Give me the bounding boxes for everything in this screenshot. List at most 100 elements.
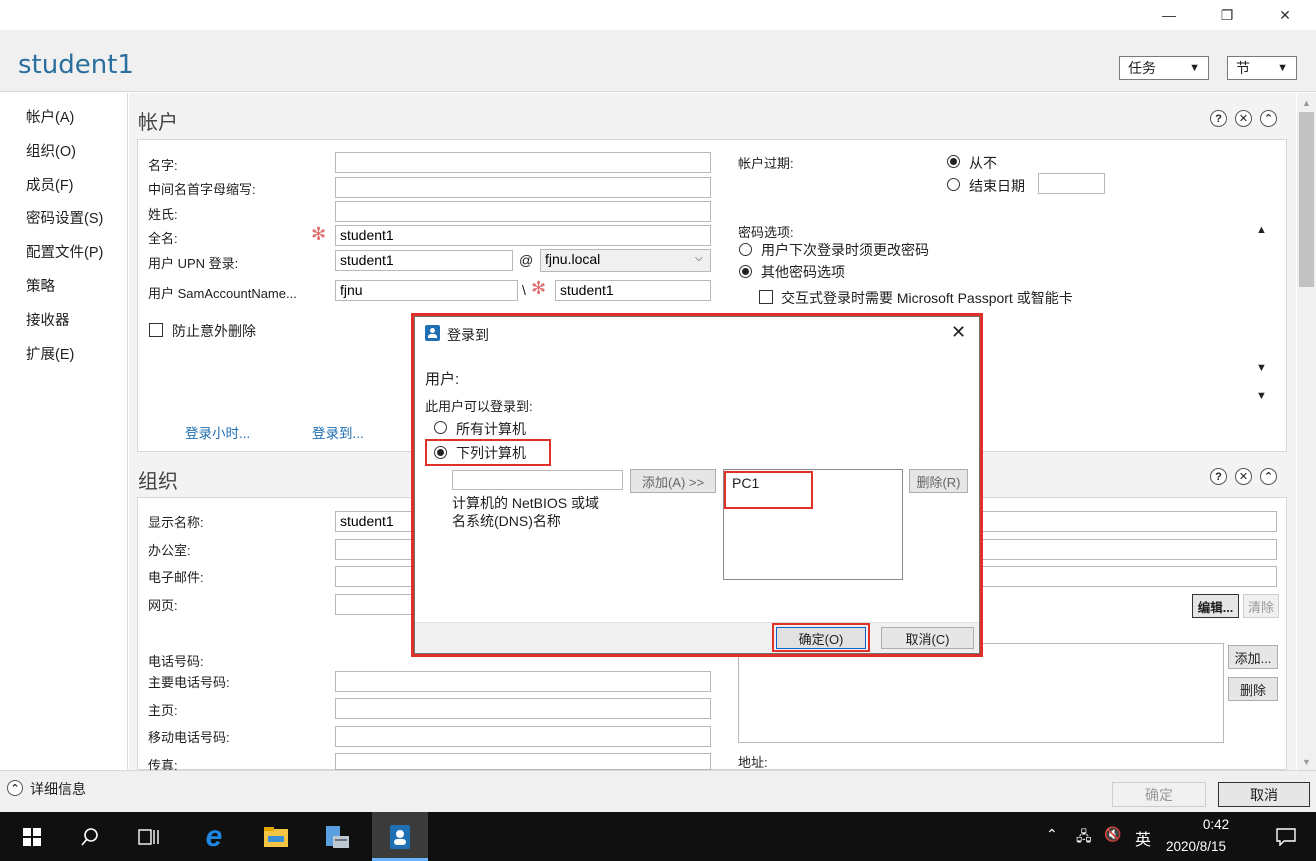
- initials-label: 中间名首字母缩写:: [148, 182, 256, 197]
- nav-item-profile[interactable]: 配置文件(P): [26, 241, 103, 262]
- expire-label: 帐户过期:: [738, 156, 794, 171]
- expand-details-icon[interactable]: ⌃: [7, 780, 23, 796]
- ad-admin-center-icon[interactable]: [376, 812, 424, 861]
- page-title: student1: [18, 50, 134, 80]
- display-name-label: 显示名称:: [148, 515, 204, 530]
- office-label: 办公室:: [148, 543, 191, 558]
- search-icon[interactable]: [66, 812, 114, 861]
- chevron-down-icon[interactable]: ▼: [1256, 362, 1267, 374]
- tasks-label: 任务: [1128, 60, 1156, 76]
- upn-field[interactable]: student1: [335, 250, 513, 271]
- last-name-field[interactable]: [335, 201, 711, 222]
- main-phone-field[interactable]: [335, 671, 711, 692]
- at-sign: @: [519, 252, 534, 268]
- required-icon: ✻: [531, 278, 547, 298]
- must-change-label: 用户下次登录时须更改密码: [761, 242, 929, 258]
- nav-item-silo[interactable]: 接收器: [26, 309, 70, 330]
- ok-button[interactable]: 确定: [1112, 782, 1206, 807]
- dialog-highlight-frame: [411, 313, 983, 657]
- volume-muted-icon[interactable]: 🔇: [1104, 826, 1121, 843]
- collapse-icon[interactable]: ⌃: [1260, 110, 1277, 127]
- start-icon[interactable]: [8, 812, 56, 861]
- section-label: 节: [1236, 60, 1250, 76]
- sam-name-field[interactable]: student1: [555, 280, 711, 301]
- nav-item-organization[interactable]: 组织(O): [26, 140, 76, 161]
- domain-select[interactable]: fjnu.local: [540, 249, 711, 272]
- scroll-up-icon[interactable]: ▲: [1302, 98, 1311, 108]
- help-icon[interactable]: ?: [1210, 110, 1227, 127]
- protect-label: 防止意外删除: [172, 323, 256, 339]
- first-name-label: 名字:: [148, 158, 178, 173]
- clear-button[interactable]: 清除: [1243, 594, 1279, 618]
- nav-item-account[interactable]: 帐户(A): [26, 106, 74, 127]
- maximize-icon[interactable]: ❐: [1204, 0, 1250, 30]
- nav-item-password-settings[interactable]: 密码设置(S): [26, 207, 103, 228]
- clock-time[interactable]: 0:42: [1186, 817, 1246, 832]
- end-date-label: 结束日期: [969, 178, 1025, 194]
- tasks-dropdown[interactable]: 任务 ▼: [1119, 56, 1209, 80]
- chevron-down-icon: ▼: [1277, 62, 1288, 74]
- minimize-icon[interactable]: —: [1146, 0, 1192, 30]
- mobile-field[interactable]: [335, 726, 711, 747]
- server-manager-icon[interactable]: [313, 812, 361, 861]
- chevron-down-icon: ▼: [1189, 62, 1200, 74]
- org-right-field-2[interactable]: [982, 539, 1277, 560]
- passport-checkbox[interactable]: [759, 290, 773, 304]
- nav-item-extensions[interactable]: 扩展(E): [26, 343, 74, 364]
- cancel-button[interactable]: 取消: [1218, 782, 1310, 807]
- sam-domain-field[interactable]: fjnu: [335, 280, 518, 301]
- home-label: 主页:: [148, 703, 178, 718]
- chevron-down-icon: ⌵: [695, 253, 703, 264]
- fax-field[interactable]: [335, 753, 711, 770]
- initials-field[interactable]: [335, 177, 711, 198]
- notification-icon[interactable]: [1262, 812, 1310, 861]
- web-label: 网页:: [148, 598, 178, 613]
- edit-button[interactable]: 编辑...: [1192, 594, 1239, 618]
- details-label[interactable]: 详细信息: [30, 779, 86, 799]
- remove-button[interactable]: 删除: [1228, 677, 1278, 701]
- close-section-icon[interactable]: ✕: [1235, 110, 1252, 127]
- backslash: \: [522, 282, 526, 298]
- task-view-icon[interactable]: [125, 812, 173, 861]
- full-name-field[interactable]: student1: [335, 225, 711, 246]
- upn-label: 用户 UPN 登录:: [148, 256, 239, 271]
- direct-reports-list[interactable]: [738, 643, 1224, 743]
- scroll-down-icon[interactable]: ▼: [1302, 757, 1311, 767]
- nav-item-policy[interactable]: 策略: [26, 275, 55, 296]
- other-password-label: 其他密码选项: [761, 264, 845, 280]
- logon-hours-link[interactable]: 登录小时...: [185, 422, 250, 442]
- network-icon[interactable]: 🖧: [1076, 826, 1092, 850]
- last-name-label: 姓氏:: [148, 207, 178, 222]
- phone-label: 电话号码:: [148, 654, 204, 669]
- file-explorer-icon[interactable]: [252, 812, 300, 861]
- nav-item-member-of[interactable]: 成员(F): [26, 174, 74, 195]
- window-caption: [0, 0, 1316, 30]
- end-date-field[interactable]: [1038, 173, 1105, 194]
- domain-value: fjnu.local: [545, 251, 601, 267]
- ime-indicator[interactable]: 英: [1135, 826, 1151, 850]
- email-label: 电子邮件:: [148, 570, 204, 585]
- scrollbar-thumb[interactable]: [1299, 112, 1314, 287]
- section-dropdown[interactable]: 节 ▼: [1227, 56, 1297, 80]
- org-right-field-3[interactable]: [982, 566, 1277, 587]
- other-password-radio[interactable]: [739, 265, 752, 278]
- protect-checkbox[interactable]: [149, 323, 163, 337]
- add-button[interactable]: 添加...: [1228, 645, 1278, 669]
- logon-to-link[interactable]: 登录到...: [312, 422, 364, 442]
- end-date-radio[interactable]: [947, 178, 960, 191]
- close-window-icon[interactable]: ✕: [1262, 0, 1308, 30]
- show-hidden-icons[interactable]: ⌃: [1046, 826, 1058, 843]
- collapse-icon[interactable]: ⌃: [1260, 468, 1277, 485]
- clock-date[interactable]: 2020/8/15: [1166, 839, 1226, 854]
- never-radio[interactable]: [947, 155, 960, 168]
- must-change-radio[interactable]: [739, 243, 752, 256]
- chevron-up-icon[interactable]: ▲: [1256, 224, 1267, 236]
- close-section-icon[interactable]: ✕: [1235, 468, 1252, 485]
- home-field[interactable]: [335, 698, 711, 719]
- ie-icon[interactable]: e: [190, 812, 238, 861]
- first-name-field[interactable]: [335, 152, 711, 173]
- required-icon: ✻: [311, 224, 327, 244]
- org-right-field-1[interactable]: [982, 511, 1277, 532]
- chevron-down-icon[interactable]: ▼: [1256, 390, 1267, 402]
- help-icon[interactable]: ?: [1210, 468, 1227, 485]
